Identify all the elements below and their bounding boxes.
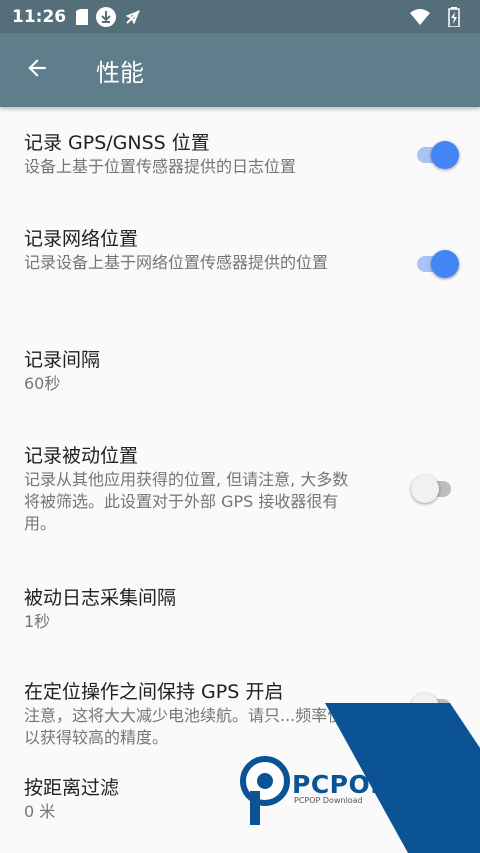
app-bar: 性能 bbox=[0, 33, 480, 107]
setting-subtitle: 记录设备上基于网络位置传感器提供的位置 bbox=[24, 253, 329, 272]
log-passive-switch[interactable] bbox=[411, 469, 455, 509]
log-network-switch[interactable] bbox=[415, 244, 459, 284]
setting-title: 记录被动位置 bbox=[24, 445, 139, 467]
setting-title: 记录网络位置 bbox=[24, 228, 139, 250]
setting-title: 记录间隔 bbox=[24, 349, 101, 371]
setting-subtitle: 1秒 bbox=[24, 612, 51, 631]
setting-title: 记录 GPS/GNSS 位置 bbox=[24, 132, 210, 154]
wifi-icon bbox=[410, 8, 430, 25]
settings-list: 记录 GPS/GNSS 位置 设备上基于位置传感器提供的日志位置 记录网络位置 … bbox=[0, 107, 480, 853]
setting-distance-filter[interactable]: 按距离过滤 0 米 bbox=[0, 775, 480, 853]
download-icon bbox=[96, 6, 117, 27]
page-title: 性能 bbox=[96, 58, 144, 87]
location-off-icon bbox=[124, 8, 142, 26]
setting-subtitle: 注意，这将大大减少电池续航。请只...频率使用以获得较高的精度。 bbox=[24, 706, 360, 747]
setting-subtitle: 设备上基于位置传感器提供的日志位置 bbox=[24, 157, 297, 176]
sim-card-icon bbox=[76, 8, 89, 25]
setting-log-gps[interactable]: 记录 GPS/GNSS 位置 设备上基于位置传感器提供的日志位置 bbox=[0, 107, 480, 204]
setting-title: 按距离过滤 bbox=[24, 777, 120, 799]
setting-title: 被动日志采集间隔 bbox=[24, 587, 177, 609]
setting-subtitle: 60秒 bbox=[24, 374, 61, 393]
setting-log-interval[interactable]: 记录间隔 60秒 bbox=[0, 325, 480, 421]
status-bar: 11:26 bbox=[0, 0, 480, 33]
battery-charging-icon bbox=[448, 6, 460, 27]
setting-keep-gps-on[interactable]: 在定位操作之间保持 GPS 开启 注意，这将大大减少电池续航。请只...频率使用… bbox=[0, 657, 480, 775]
setting-subtitle: 0 米 bbox=[24, 802, 56, 821]
keep-gps-on-switch[interactable] bbox=[411, 687, 455, 727]
log-gps-switch[interactable] bbox=[415, 135, 459, 175]
back-button[interactable] bbox=[0, 33, 74, 107]
setting-log-network[interactable]: 记录网络位置 记录设备上基于网络位置传感器提供的位置 bbox=[0, 204, 480, 325]
setting-title: 在定位操作之间保持 GPS 开启 bbox=[24, 681, 284, 703]
status-time: 11:26 bbox=[12, 6, 67, 27]
setting-passive-interval[interactable]: 被动日志采集间隔 1秒 bbox=[0, 563, 480, 657]
setting-log-passive[interactable]: 记录被动位置 记录从其他应用获得的位置, 但请注意, 大多数将被筛选。此设置对于… bbox=[0, 421, 480, 563]
arrow-back-icon bbox=[24, 55, 50, 85]
setting-subtitle: 记录从其他应用获得的位置, 但请注意, 大多数将被筛选。此设置对于外部 GPS … bbox=[24, 470, 349, 533]
